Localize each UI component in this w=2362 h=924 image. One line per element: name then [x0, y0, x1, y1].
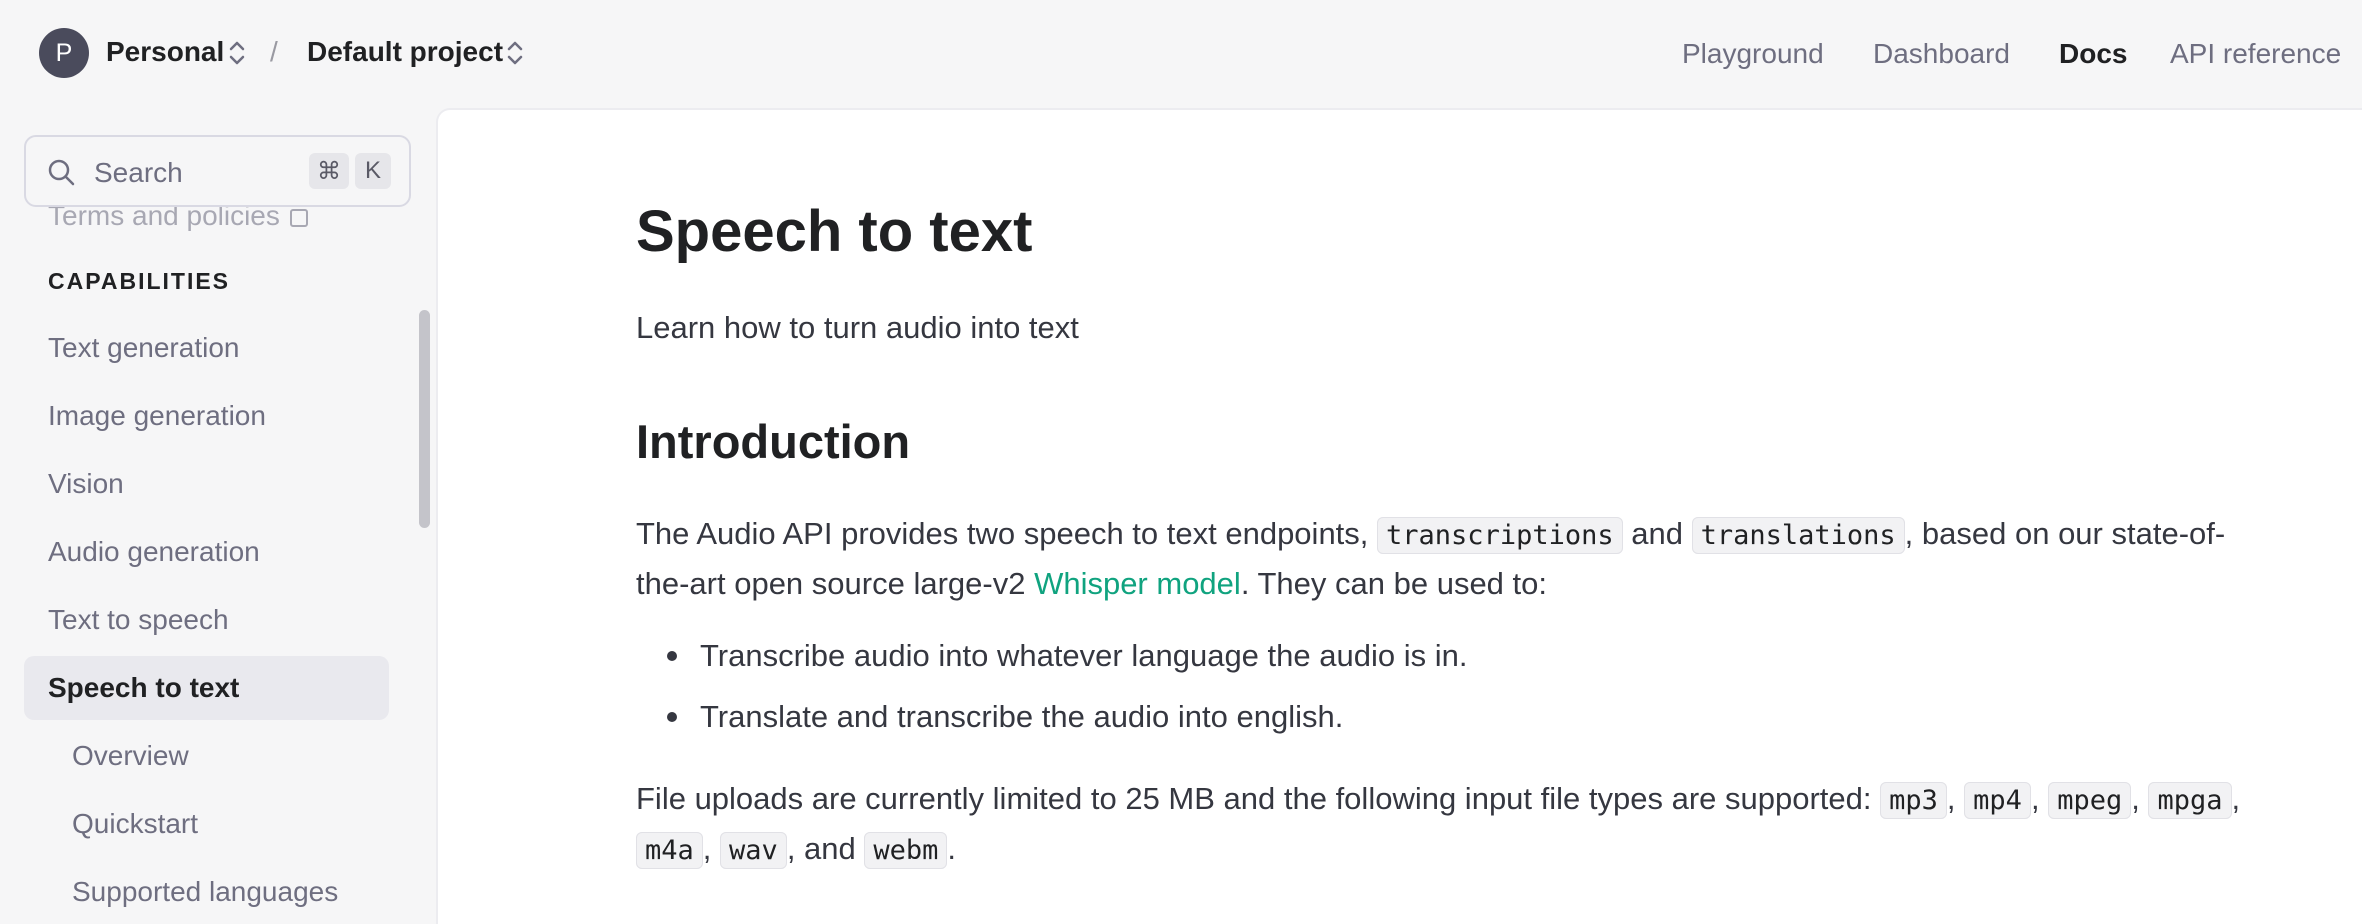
sidebar-scrollbar[interactable] [419, 310, 430, 528]
code-file-type: mpga [2148, 782, 2232, 819]
list-item-text: Transcribe audio into whatever language … [700, 638, 1468, 673]
avatar[interactable]: P [39, 28, 89, 78]
code-file-type: mp3 [1880, 782, 1947, 819]
whisper-model-link[interactable]: Whisper model [1034, 566, 1241, 601]
list-item: Transcribe audio into whatever language … [636, 632, 1467, 693]
code-file-type: mp4 [1964, 782, 2031, 819]
sidebar-item-image-generation[interactable]: Image generation [48, 400, 266, 432]
punctuation: , [2231, 781, 2241, 816]
sidebar-section-heading: CAPABILITIES [48, 268, 231, 294]
nav-docs[interactable]: Docs [2059, 38, 2127, 70]
sidebar-subitem-supported-languages[interactable]: Supported languages [72, 876, 338, 908]
page-subtitle: Learn how to turn audio into text [636, 310, 1079, 345]
top-bar: P Personal / Default project Playground … [0, 0, 2362, 108]
search-placeholder: Search [94, 157, 183, 188]
search-input[interactable]: Search ⌘ K [24, 135, 411, 207]
code-file-type: mpeg [2048, 782, 2132, 819]
external-link-icon [289, 208, 308, 227]
sidebar: Search ⌘ K Terms and policies CAPABILITI… [0, 108, 414, 924]
shortcut-k-key: K [355, 153, 391, 189]
punctuation: , [2030, 781, 2040, 816]
intro-paragraph: The Audio API provides two speech to tex… [636, 510, 2336, 608]
nav-dashboard[interactable]: Dashboard [1873, 38, 2010, 70]
sidebar-item-text-to-speech[interactable]: Text to speech [48, 604, 229, 636]
sidebar-item-audio-generation[interactable]: Audio generation [48, 536, 260, 568]
org-switcher-label[interactable]: Personal [106, 36, 224, 68]
intro-text: , based on our state-of- [1904, 516, 2226, 551]
shortcut-cmd-key: ⌘ [309, 153, 349, 189]
breadcrumb-separator: / [270, 36, 278, 67]
page-title: Speech to text [636, 199, 1033, 264]
search-icon [48, 159, 75, 186]
main-content: Speech to text Learn how to turn audio i… [436, 108, 2362, 924]
code-translations: translations [1691, 517, 1905, 554]
intro-text: The Audio API provides two speech to tex… [636, 516, 1369, 551]
code-file-type: wav [720, 832, 787, 869]
sidebar-subitem-overview[interactable]: Overview [72, 740, 189, 772]
chevron-up-down-icon[interactable] [228, 38, 246, 68]
section-title-introduction: Introduction [636, 415, 911, 468]
bullet-icon [667, 712, 677, 722]
file-types-paragraph: File uploads are currently limited to 25… [636, 775, 2336, 875]
intro-text: the-art open source large-v2 [636, 566, 1026, 601]
intro-text: . They can be used to: [1240, 566, 1547, 601]
code-transcriptions: transcriptions [1377, 517, 1623, 554]
sidebar-item-vision[interactable]: Vision [48, 468, 124, 500]
punctuation: , and [786, 831, 856, 866]
punctuation: . [947, 831, 957, 866]
intro-text: and [1631, 516, 1683, 551]
project-switcher-label[interactable]: Default project [307, 36, 503, 68]
code-file-type: webm [864, 832, 948, 869]
capabilities-list: Transcribe audio into whatever language … [636, 632, 1467, 754]
nav-playground[interactable]: Playground [1682, 38, 1824, 70]
list-item-text: Translate and transcribe the audio into … [700, 699, 1344, 734]
bullet-icon [667, 651, 677, 661]
punctuation: , [2131, 781, 2140, 816]
code-file-type: m4a [636, 832, 703, 869]
punctuation: , [702, 831, 712, 866]
chevron-up-down-icon[interactable] [506, 38, 524, 68]
nav-api-reference[interactable]: API reference [2170, 38, 2341, 70]
list-item: Translate and transcribe the audio into … [636, 693, 1467, 754]
sidebar-item-speech-to-text[interactable]: Speech to text [48, 672, 239, 704]
uploads-text: File uploads are currently limited to 25… [636, 781, 1872, 816]
punctuation: , [1946, 781, 1956, 816]
sidebar-item-text-generation[interactable]: Text generation [48, 332, 239, 364]
sidebar-subitem-quickstart[interactable]: Quickstart [72, 808, 198, 840]
